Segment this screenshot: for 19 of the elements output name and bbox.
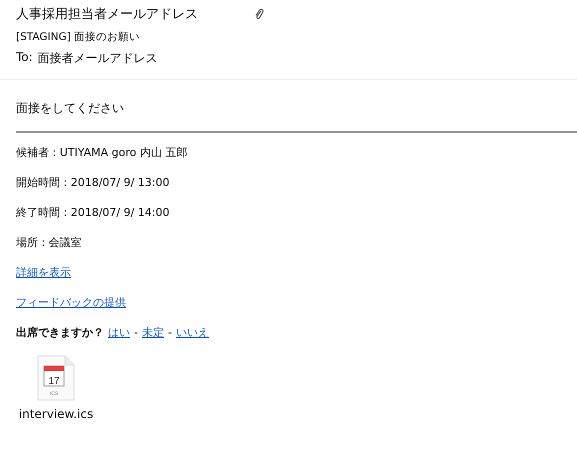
paperclip-icon [254,8,264,20]
subject-line: [STAGING] 面接のお願い [16,30,142,44]
detail-text: 候補者 : UTIYAMA goro 内山 五郎 [16,145,188,161]
recipient-name: 面接者メールアドレス [38,50,158,67]
rsvp-link[interactable]: はい [108,325,130,341]
detail-text: 終了時間 : 2018/07/ 9/ 14:00 [16,205,171,221]
attachment-filename[interactable]: interview.ics [18,407,94,421]
detail-text: 開始時間 : 2018/07/ 9/ 13:00 [16,175,171,191]
link[interactable]: 詳細を表示 [16,266,71,279]
separator-text: - [134,325,138,341]
separator-text: - [168,325,172,341]
to-label: To: [16,50,33,66]
rsvp-link[interactable]: 未定 [142,325,164,341]
detail-text: 場所 : 会議室 [16,235,83,251]
intro-text: 面接をしてください [16,100,125,117]
rsvp-link[interactable]: いいえ [176,325,209,341]
rsvp-question: 出席できますか？ [16,325,104,341]
link[interactable]: フィードバックの提供 [16,296,126,309]
sender-name: 人事採用担当者メールアドレス [16,6,199,23]
